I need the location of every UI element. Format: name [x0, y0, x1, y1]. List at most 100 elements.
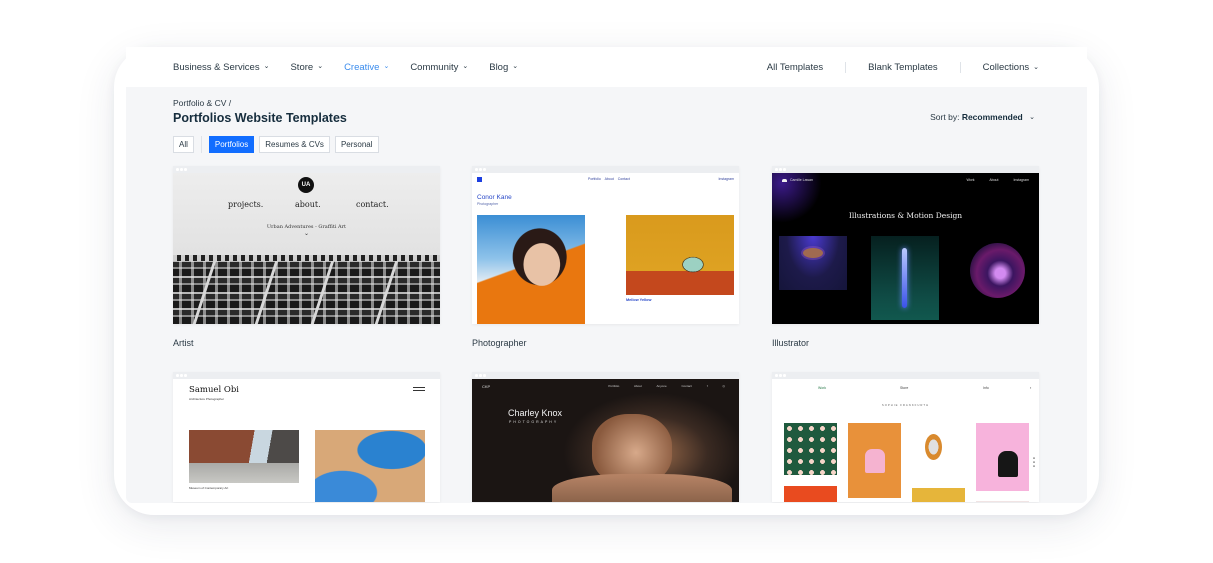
chevron-down-icon: ⌄	[317, 63, 324, 70]
preview-brand: Camille Lawan	[782, 178, 813, 182]
photo-caption: Mellow Yellow	[626, 298, 652, 302]
browser-chrome	[472, 166, 739, 173]
device-frame: Business & Services ⌄ Store ⌄ Creative ⌄ Co…	[114, 47, 1099, 515]
preview-role: Architecture Photographer	[189, 397, 225, 401]
preview-nav: Portfolio About Anyone Contact f ◎	[608, 384, 725, 388]
chevron-down-icon: ⌄	[303, 231, 310, 237]
social-icons: f ◎	[706, 384, 725, 388]
browser-chrome	[173, 372, 440, 379]
template-thumbnail[interactable]: Work Store Info ▪ SOPHIE FRANKFURTH ● ● …	[772, 372, 1039, 502]
nav-community[interactable]: Community ⌄	[410, 62, 468, 73]
nav-blog[interactable]: Blog ⌄	[489, 62, 518, 73]
template-name[interactable]: Photographer	[472, 338, 739, 348]
museum-photo	[189, 430, 299, 483]
filter-all[interactable]: All	[173, 136, 194, 153]
template-name[interactable]: Illustrator	[772, 338, 1039, 348]
illustration-papaya	[925, 434, 942, 460]
nav-creative[interactable]: Creative ⌄	[344, 62, 389, 73]
still-life-photo	[626, 215, 734, 295]
filter-divider	[200, 136, 202, 153]
chevron-down-icon: ⌄	[512, 63, 519, 70]
chevron-down-icon: ⌄	[1033, 63, 1039, 71]
template-thumbnail[interactable]: Samuel Obi Architecture Photographer Mus…	[173, 372, 440, 502]
template-card-photographer[interactable]: Portfolio About Contact Instagram Conor …	[472, 166, 739, 348]
filter-chips: All Portfolios Resumes & CVs Personal	[173, 136, 384, 153]
nav-all-templates[interactable]: All Templates	[745, 62, 845, 73]
template-thumbnail[interactable]: UA projects. about. contact. Urban Adven…	[173, 166, 440, 324]
filter-resumes-cvs[interactable]: Resumes & CVs	[259, 136, 330, 153]
template-preview: Work Store Info ▪ SOPHIE FRANKFURTH ● ● …	[772, 379, 1039, 502]
template-preview: UA projects. about. contact. Urban Adven…	[173, 173, 440, 324]
preview-subtitle: SOPHIE FRANKFURTH	[881, 403, 930, 407]
nav-store[interactable]: Store ⌄	[290, 62, 323, 73]
preview-subtitle: PHOTOGRAPHY	[509, 420, 559, 424]
nav-label: Community	[410, 61, 459, 73]
social-icons: ● ● ●	[1032, 456, 1035, 468]
breadcrumb[interactable]: Portfolio & CV /	[173, 98, 231, 108]
hamburger-menu-icon	[413, 387, 425, 391]
illustration-crystal	[970, 243, 1025, 298]
chevron-down-icon: ⌄	[263, 63, 270, 70]
template-preview: Portfolio About Contact Instagram Conor …	[472, 173, 739, 324]
chevron-down-icon: ⌄	[383, 63, 390, 70]
template-name[interactable]: Artist	[173, 338, 440, 348]
browser-chrome	[772, 372, 1039, 379]
template-card-artist[interactable]: UA projects. about. contact. Urban Adven…	[173, 166, 440, 348]
ua-logo: UA	[298, 177, 314, 193]
top-navigation: Business & Services ⌄ Store ⌄ Creative ⌄ Co…	[126, 47, 1087, 87]
nav-label: Store	[290, 61, 314, 73]
illustration-yellow	[912, 488, 965, 502]
filter-portfolios[interactable]: Portfolios	[208, 136, 255, 153]
page-title: Portfolios Website Templates	[173, 111, 347, 125]
template-thumbnail[interactable]: Portfolio About Contact Instagram Conor …	[472, 166, 739, 324]
sort-dropdown[interactable]: Sort by: Recommended ⌄	[930, 112, 1035, 122]
browser-chrome	[472, 372, 739, 379]
nav-collections[interactable]: Collections ⌄	[961, 62, 1039, 73]
category-nav: Business & Services ⌄ Store ⌄ Creative ⌄ Co…	[173, 47, 539, 87]
chevron-down-icon: ⌄	[462, 63, 469, 70]
template-card-photography[interactable]: CKP Portfolio About Anyone Contact f ◎ C…	[472, 372, 739, 502]
building-photo	[173, 255, 440, 324]
template-preview: CKP Portfolio About Anyone Contact f ◎ C…	[472, 379, 739, 502]
cart-icon: ▪	[1030, 386, 1032, 390]
nav-label: Blog	[489, 61, 509, 73]
utility-nav: All Templates Blank Templates Collection…	[745, 47, 1039, 87]
template-card-architecture[interactable]: Samuel Obi Architecture Photographer Mus…	[173, 372, 440, 502]
preview-name: Samuel Obi	[189, 385, 240, 395]
template-card-illustrator[interactable]: Camille Lawan Work About Instagram Illus…	[772, 166, 1039, 348]
illustration-red	[784, 486, 837, 502]
nav-label: Collections	[982, 61, 1030, 73]
chevron-down-icon: ⌄	[1029, 114, 1035, 121]
illustration-pink	[976, 501, 1029, 502]
preview-nav-link: Store	[900, 386, 909, 390]
preview-menu-item: contact.	[356, 200, 389, 209]
template-preview: Camille Lawan Work About Instagram Illus…	[772, 173, 1039, 324]
preview-nav-links: Portfolio About Anyone Contact	[608, 384, 692, 388]
browser-chrome	[173, 166, 440, 173]
preview-nav-link: Info	[983, 386, 989, 390]
preview-menu-item: about.	[295, 200, 321, 209]
template-thumbnail[interactable]: CKP Portfolio About Anyone Contact f ◎ C…	[472, 372, 739, 502]
templates-content: Portfolio & CV / Portfolios Website Temp…	[126, 87, 1087, 503]
browser-chrome	[772, 166, 1039, 173]
illustration-pattern	[784, 423, 837, 475]
browser-viewport: Business & Services ⌄ Store ⌄ Creative ⌄ Co…	[126, 47, 1087, 503]
preview-nav-link: Work	[818, 386, 827, 390]
preview-nav: Portfolio About Contact	[588, 177, 630, 181]
template-preview: Samuel Obi Architecture Photographer Mus…	[173, 379, 440, 502]
portrait-photo	[477, 215, 585, 324]
nav-blank-templates[interactable]: Blank Templates	[846, 62, 960, 73]
nav-business-services[interactable]: Business & Services ⌄	[173, 62, 269, 73]
sort-value: Recommended	[961, 112, 1023, 122]
preview-name: Charley Knox	[508, 408, 563, 418]
template-card-illustration-shop[interactable]: Work Store Info ▪ SOPHIE FRANKFURTH ● ● …	[772, 372, 1039, 502]
preview-social: Instagram	[718, 177, 734, 181]
filter-personal[interactable]: Personal	[334, 136, 379, 153]
nav-label: Business & Services	[173, 61, 260, 73]
illustration-woman	[848, 423, 901, 498]
preview-menu-item: projects.	[228, 200, 264, 209]
template-thumbnail[interactable]: Camille Lawan Work About Instagram Illus…	[772, 166, 1039, 324]
portrait-arm	[552, 474, 732, 502]
illustration-fish	[779, 236, 847, 290]
illustration-cat	[976, 423, 1029, 491]
